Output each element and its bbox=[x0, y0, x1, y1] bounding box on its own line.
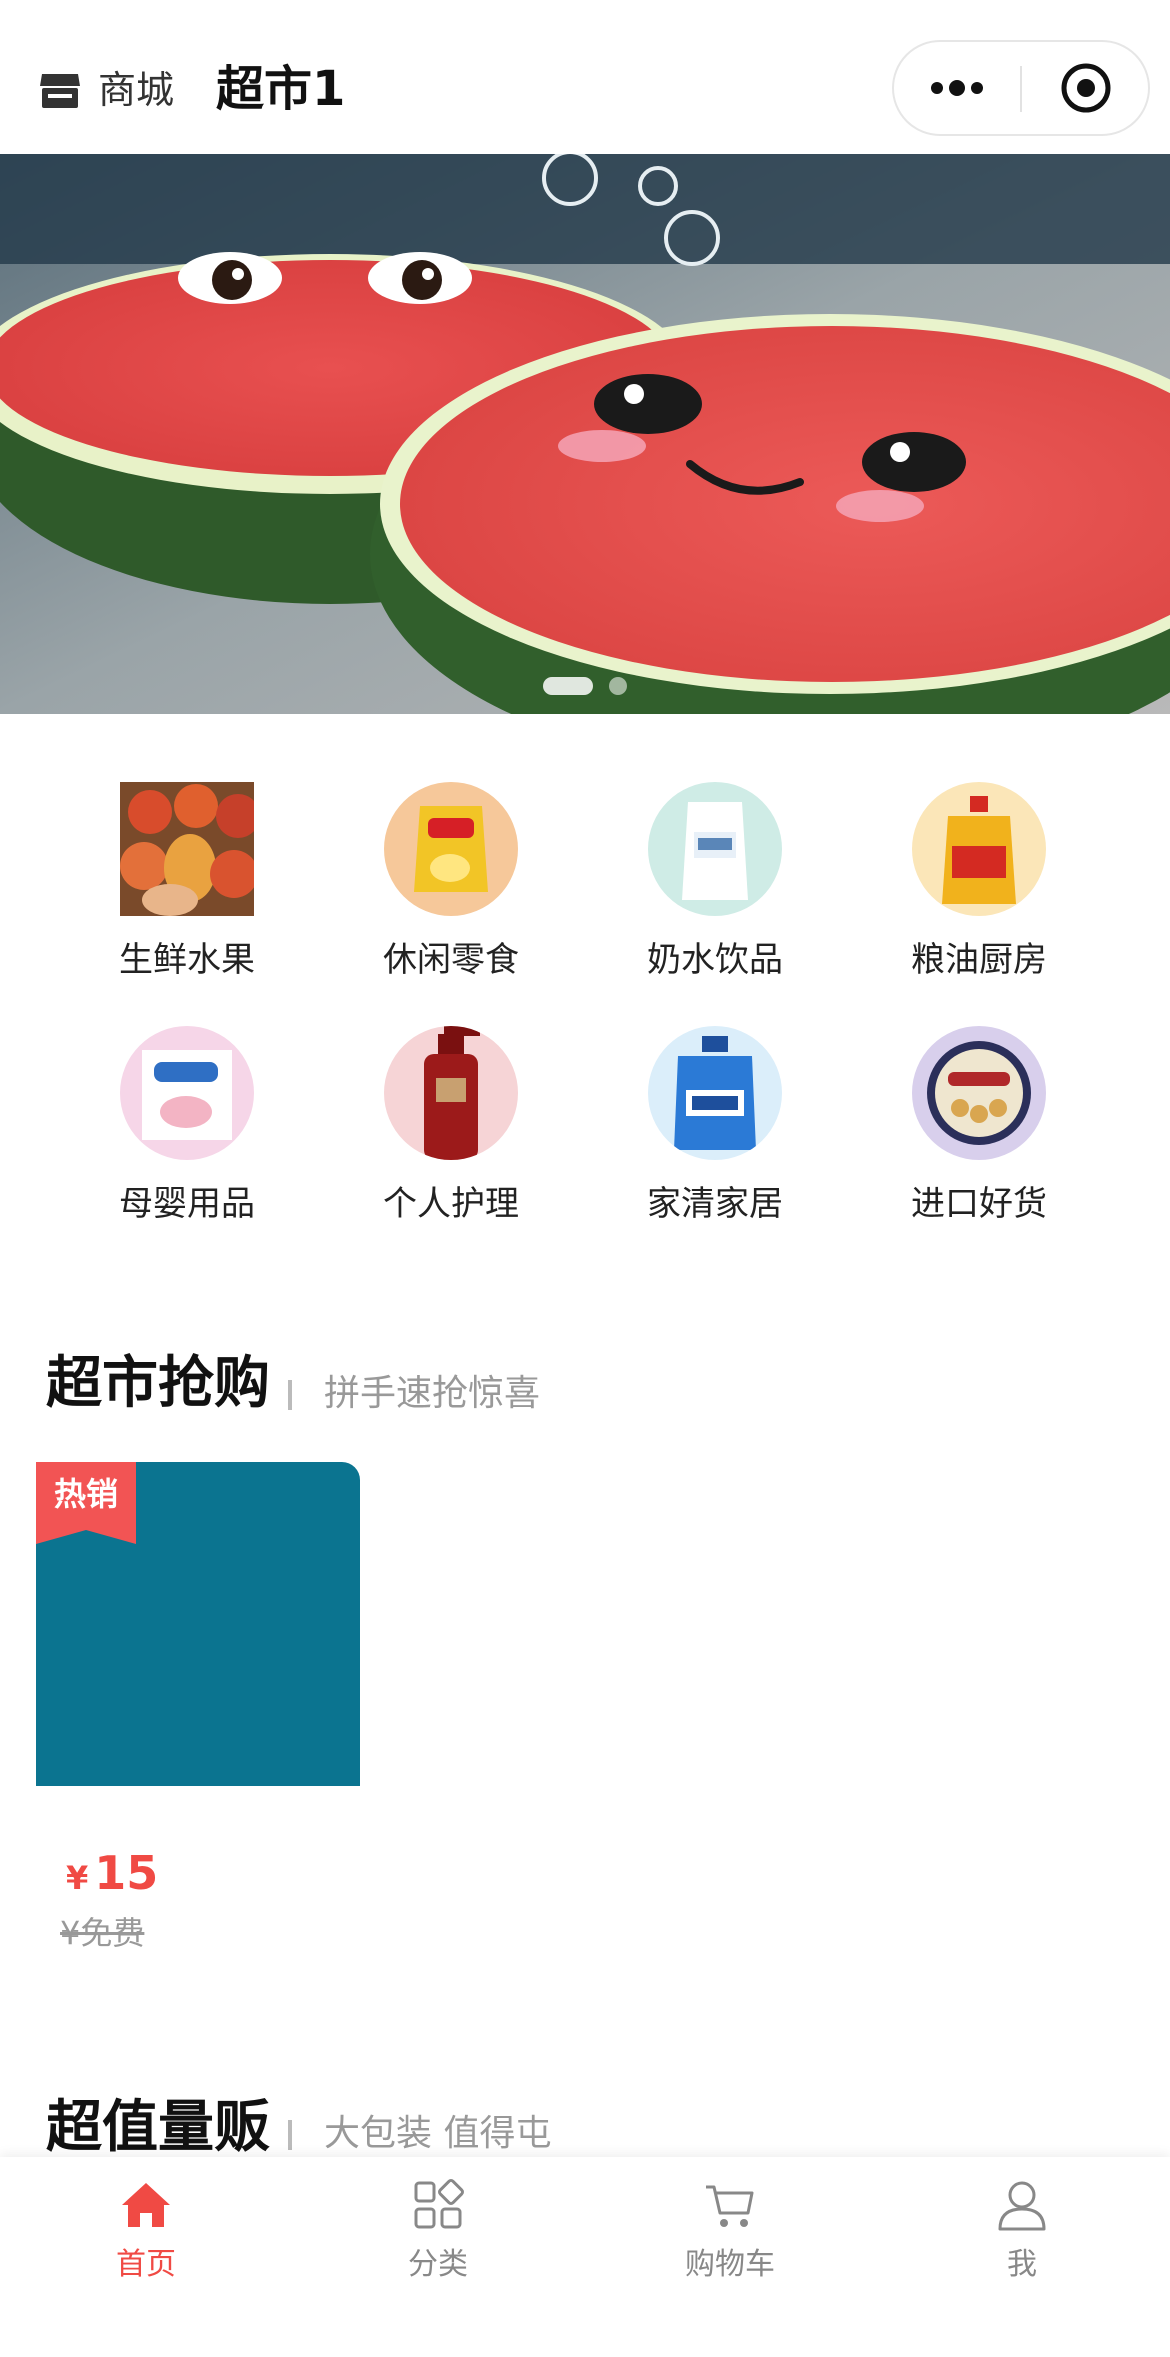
more-dots-icon bbox=[931, 80, 983, 96]
banner-image bbox=[0, 154, 1170, 714]
diaper-icon bbox=[120, 1026, 254, 1160]
detergent-icon bbox=[648, 1026, 782, 1160]
section-title-bulk-deal: 超值量贩 bbox=[46, 2095, 270, 2160]
currency-symbol: ¥ bbox=[66, 1859, 89, 1897]
product-price: ¥15 bbox=[66, 1846, 158, 1900]
category-milk-drinks[interactable]: 奶水饮品 bbox=[583, 782, 847, 1002]
carousel-dot-1[interactable] bbox=[543, 677, 593, 695]
category-label: 休闲零食 bbox=[383, 940, 519, 980]
section-divider bbox=[288, 1380, 292, 1410]
cookie-tin-icon bbox=[912, 1026, 1046, 1160]
category-fresh-fruit[interactable]: 生鲜水果 bbox=[55, 782, 319, 1002]
section-title-flash-sale: 超市抢购 bbox=[46, 1351, 270, 1416]
shop-label[interactable]: 商城 bbox=[98, 64, 174, 116]
oil-bottle-icon bbox=[912, 782, 1046, 916]
category-grid-icon bbox=[414, 2179, 464, 2229]
cart-icon bbox=[706, 2185, 754, 2227]
milk-icon bbox=[648, 782, 782, 916]
category-grain-oil[interactable]: 粮油厨房 bbox=[847, 782, 1111, 1002]
category-label: 家清家居 bbox=[647, 1184, 783, 1224]
user-icon bbox=[998, 2181, 1046, 2231]
price-value: 15 bbox=[94, 1846, 159, 1900]
fruit-icon bbox=[120, 782, 254, 916]
home-icon bbox=[122, 2183, 170, 2227]
tab-label: 我 bbox=[1007, 2247, 1037, 2282]
page-title: 超市1 bbox=[216, 61, 346, 117]
tab-me[interactable]: 我 bbox=[876, 2177, 1168, 2327]
snack-icon bbox=[384, 782, 518, 916]
hot-tag-label: 热销 bbox=[53, 1475, 118, 1513]
category-label: 个人护理 bbox=[383, 1184, 519, 1224]
tab-cart[interactable]: 购物车 bbox=[584, 2177, 876, 2327]
carousel-indicator bbox=[0, 674, 1170, 698]
category-personal-care[interactable]: 个人护理 bbox=[319, 1026, 583, 1246]
category-label: 母婴用品 bbox=[119, 1184, 255, 1224]
store-icon[interactable] bbox=[38, 70, 82, 110]
tab-category[interactable]: 分类 bbox=[292, 2177, 584, 2327]
category-label: 生鲜水果 bbox=[119, 940, 255, 980]
category-grid: 生鲜水果 休闲零食 奶水饮品 粮油厨房 母婴用品 个人护理 家清家居 进口好货 bbox=[0, 760, 1170, 1240]
banner-carousel[interactable] bbox=[0, 154, 1170, 714]
target-circle-icon bbox=[1061, 63, 1111, 113]
close-button[interactable] bbox=[1022, 42, 1150, 134]
mini-program-capsule bbox=[892, 40, 1150, 136]
original-price: ¥免费 bbox=[60, 1914, 145, 1952]
bottom-tab-bar: 首页 分类 购物车 我 bbox=[0, 2157, 1170, 2357]
tab-label: 分类 bbox=[408, 2247, 468, 2282]
nav-bar: 商城 超市1 bbox=[0, 0, 1170, 154]
category-baby[interactable]: 母婴用品 bbox=[55, 1026, 319, 1246]
more-button[interactable] bbox=[894, 42, 1020, 134]
shampoo-icon bbox=[384, 1026, 518, 1160]
category-imported[interactable]: 进口好货 bbox=[847, 1026, 1111, 1246]
category-home-cleaning[interactable]: 家清家居 bbox=[583, 1026, 847, 1246]
tab-home[interactable]: 首页 bbox=[0, 2177, 292, 2327]
tab-label: 首页 bbox=[116, 2247, 176, 2282]
section-subtitle: 拼手速抢惊喜 bbox=[324, 1373, 541, 1414]
section-subtitle: 大包装 值得屯 bbox=[324, 2113, 552, 2154]
category-snacks[interactable]: 休闲零食 bbox=[319, 782, 583, 1002]
tab-label: 购物车 bbox=[685, 2247, 775, 2282]
section-divider bbox=[288, 2120, 292, 2150]
carousel-dot-2[interactable] bbox=[609, 677, 627, 695]
category-label: 进口好货 bbox=[911, 1184, 1047, 1224]
category-label: 奶水饮品 bbox=[647, 940, 783, 980]
category-label: 粮油厨房 bbox=[911, 940, 1047, 980]
